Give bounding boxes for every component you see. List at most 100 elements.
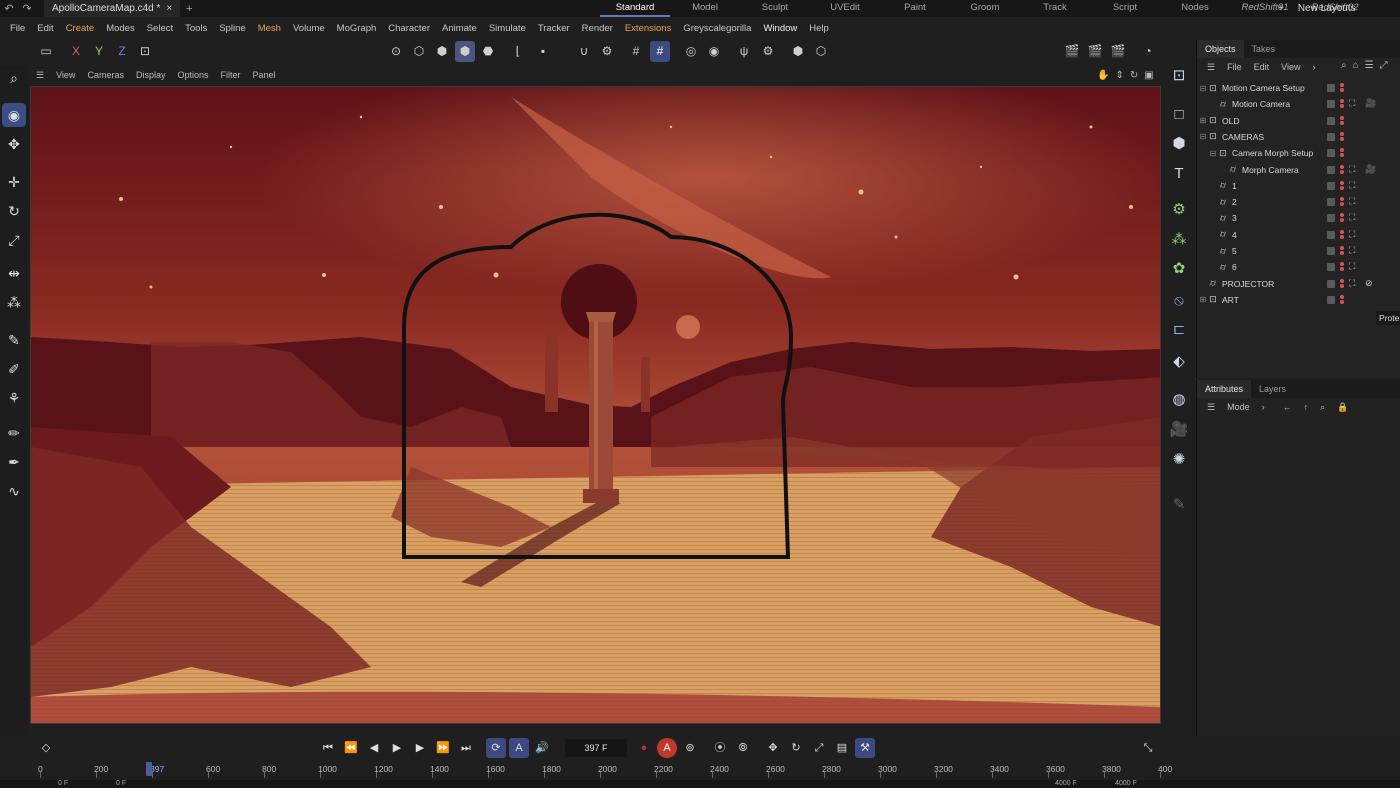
redshift-icon[interactable]: ⬢: [788, 41, 808, 62]
scene-icon[interactable]: ⬖: [1167, 350, 1191, 374]
visibility-dots[interactable]: [1340, 262, 1344, 272]
camera-object-icon[interactable]: 🎥: [1167, 418, 1191, 442]
chevron-right-icon[interactable]: ›: [1256, 402, 1271, 412]
object-row[interactable]: ⊞ ⊡ OLD: [1197, 113, 1400, 129]
search-icon[interactable]: ⌕: [1341, 60, 1347, 71]
grid-snap-icon[interactable]: #: [626, 41, 646, 62]
menu-extensions[interactable]: Extensions: [619, 23, 677, 34]
visibility-dots[interactable]: [1340, 229, 1344, 240]
frame-range-left2[interactable]: 0 F: [116, 780, 126, 788]
move-icon[interactable]: ✛: [2, 170, 26, 194]
scale-icon[interactable]: ⤢: [2, 228, 26, 252]
go-to-start-icon[interactable]: ⏮: [318, 738, 338, 758]
texture-mode-icon[interactable]: ⬣: [478, 41, 498, 62]
go-to-end-icon[interactable]: ⏭: [456, 738, 476, 758]
home-icon[interactable]: ⌂: [1353, 60, 1359, 71]
placement-icon[interactable]: ⁂: [2, 290, 26, 314]
layer-color-swatch[interactable]: [1327, 295, 1335, 304]
menu-tools[interactable]: Tools: [179, 23, 213, 34]
viewport-menu-panel[interactable]: Panel: [247, 70, 282, 80]
tag-icon[interactable]: ⛶: [1349, 212, 1355, 223]
expand-toggle-icon[interactable]: ⊞: [1199, 295, 1207, 304]
current-frame-field[interactable]: 397 F: [565, 739, 627, 757]
back-arrow-icon[interactable]: ←: [1277, 402, 1298, 412]
selection-tools-icon[interactable]: ✥: [2, 132, 26, 156]
menu-mograph[interactable]: MoGraph: [331, 23, 383, 34]
menu-help[interactable]: Help: [803, 23, 835, 34]
expand-toggle-icon[interactable]: ⊟: [1199, 132, 1207, 141]
timeline-ruler[interactable]: 0 200 397 600 800 1000 1200 1400 1600 1800 2000 220…: [30, 760, 1172, 780]
new-document-button[interactable]: +: [180, 3, 198, 15]
layout-tab-standard[interactable]: Standard: [600, 0, 670, 17]
tag-icon[interactable]: ⛶: [1349, 245, 1355, 256]
object-row[interactable]: ⊟ ⊡ Camera Morph Setup: [1197, 145, 1400, 161]
edit-render-settings-icon[interactable]: 🎬: [1108, 41, 1128, 62]
object-row[interactable]: ⊞ ⊡ ART: [1197, 292, 1400, 308]
viewport-menu-view[interactable]: View: [50, 70, 81, 80]
menu-volume[interactable]: Volume: [287, 23, 331, 34]
maximize-view-icon[interactable]: ▣: [1144, 70, 1153, 81]
layout-tab-paint[interactable]: Paint: [880, 0, 950, 17]
live-selection-icon[interactable]: ◉: [2, 103, 26, 127]
visibility-dots[interactable]: [1340, 197, 1344, 207]
mode-menu[interactable]: Mode: [1221, 402, 1256, 412]
axis-mode-icon[interactable]: ⌊: [508, 41, 528, 62]
visibility-dots[interactable]: [1340, 246, 1344, 256]
close-tab-icon[interactable]: ×: [166, 3, 172, 14]
deformer-icon[interactable]: ✿: [1167, 257, 1191, 281]
tag-icon[interactable]: ⛶: [1349, 164, 1355, 175]
menu-mesh[interactable]: Mesh: [252, 23, 287, 34]
rotation-key-icon[interactable]: ⦾: [733, 738, 753, 758]
knife-icon[interactable]: ⚘: [2, 386, 26, 410]
visibility-dots[interactable]: [1340, 278, 1344, 289]
search-icon[interactable]: ⌕: [1314, 402, 1331, 413]
frame-range-left1[interactable]: 0 F: [58, 780, 68, 788]
visibility-dots[interactable]: [1340, 180, 1344, 191]
redo-icon[interactable]: ↷: [18, 2, 36, 15]
tag-icon[interactable]: ⛶: [1349, 180, 1355, 191]
param-key-icon[interactable]: ▤: [832, 738, 852, 758]
tag-icon[interactable]: ⛶: [1349, 261, 1355, 272]
rotate-icon[interactable]: ↻: [2, 199, 26, 223]
render-view-icon[interactable]: ψ: [734, 41, 754, 62]
chevron-right-icon[interactable]: ›: [1306, 62, 1321, 72]
object-row[interactable]: ⌭ Morph Camera ⛶ 🎥: [1197, 162, 1400, 178]
coordinate-system-icon[interactable]: ⊡: [135, 41, 155, 62]
menu-render[interactable]: Render: [576, 23, 619, 34]
autokeying-icon[interactable]: A: [657, 738, 677, 758]
frame-range-right1[interactable]: 4000 F: [1055, 780, 1077, 788]
autokey-mode-icon[interactable]: A: [509, 738, 529, 758]
menu-tracker[interactable]: Tracker: [532, 23, 576, 34]
tag-icon[interactable]: 🎥: [1365, 164, 1376, 175]
object-row[interactable]: ⌭ 6 ⛶: [1197, 259, 1400, 275]
pla-key-icon[interactable]: ⚒: [855, 738, 875, 758]
object-row[interactable]: ⌭ Motion Camera ⛶ 🎥: [1197, 96, 1400, 112]
menu-select[interactable]: Select: [141, 23, 179, 34]
layer-color-swatch[interactable]: [1327, 230, 1335, 239]
rotate-view-icon[interactable]: ↻: [1130, 70, 1138, 81]
brush-icon[interactable]: ✏: [2, 421, 26, 445]
cloud-render-icon[interactable]: ◔: [1138, 41, 1158, 62]
tab-objects[interactable]: Objects: [1197, 40, 1244, 58]
tag-icon[interactable]: ⛶: [1349, 229, 1355, 240]
objects-hamburger-icon[interactable]: ☰: [1201, 62, 1221, 73]
dolly-icon[interactable]: ⇕: [1115, 70, 1123, 81]
redshift-rv-icon[interactable]: ⬡: [811, 41, 831, 62]
pan-hand-icon[interactable]: ✋: [1097, 70, 1109, 81]
light-icon[interactable]: ✺: [1167, 448, 1191, 472]
spline-sketch-icon[interactable]: ∿: [2, 479, 26, 503]
menu-greyscalegorilla[interactable]: Greyscalegorilla: [677, 23, 757, 34]
tag-icon[interactable]: 🎥: [1365, 98, 1376, 109]
menu-modes[interactable]: Modes: [100, 23, 141, 34]
uv-mode-icon[interactable]: ▪: [533, 41, 553, 62]
snap-settings-icon[interactable]: ⚙: [597, 41, 617, 62]
frame-range-right2[interactable]: 4000 F: [1115, 780, 1137, 788]
layer-color-swatch[interactable]: [1327, 116, 1335, 125]
layer-color-swatch[interactable]: [1327, 132, 1335, 141]
layout-tab-groom[interactable]: Groom: [950, 0, 1020, 17]
scale-key-icon[interactable]: ⤢: [809, 738, 829, 758]
keyframe-diamond-icon[interactable]: ◇: [36, 738, 56, 758]
polygons-mode-icon[interactable]: ⬢: [432, 41, 452, 62]
layer-color-swatch[interactable]: [1327, 214, 1335, 223]
layout-tab-track[interactable]: Track: [1020, 0, 1090, 17]
